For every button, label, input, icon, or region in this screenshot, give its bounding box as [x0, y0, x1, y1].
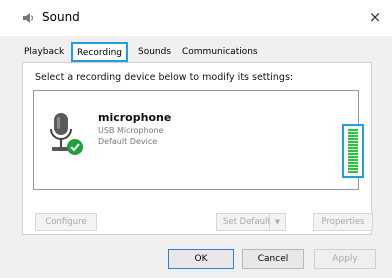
properties-button[interactable]: Properties: [313, 213, 373, 231]
close-button[interactable]: ×: [364, 6, 386, 28]
device-name[interactable]: microphone: [98, 111, 171, 124]
tab-communications[interactable]: Communications: [182, 45, 258, 60]
tab-playback[interactable]: Playback: [24, 45, 64, 60]
tab-recording[interactable]: Recording: [71, 42, 129, 62]
speaker-icon: [23, 13, 33, 23]
cancel-button[interactable]: Cancel: [242, 249, 304, 269]
set-default-label: Set Default: [223, 217, 271, 227]
ok-button[interactable]: OK: [168, 249, 234, 269]
set-default-button[interactable]: Set Default ▼: [216, 213, 286, 231]
configure-button[interactable]: Configure: [35, 213, 97, 231]
microphone-icon[interactable]: [46, 111, 84, 157]
chevron-down-icon[interactable]: ▼: [269, 214, 285, 230]
recording-panel: Select a recording device below to modif…: [22, 62, 373, 235]
green-checkmark-icon: [67, 139, 83, 155]
tab-strip: Playback Recording Sounds Communications: [24, 42, 368, 62]
panel-instruction: Select a recording device below to modif…: [35, 72, 294, 83]
device-status: Default Device: [98, 137, 158, 146]
tab-sounds[interactable]: Sounds: [138, 45, 171, 60]
level-meter-bars: [348, 129, 358, 173]
level-meter: [342, 124, 364, 178]
device-description: USB Microphone: [98, 126, 164, 135]
title-bar: Sound ×: [0, 0, 392, 36]
window-title: Sound: [42, 10, 80, 24]
device-list: microphone USB Microphone Default Device: [33, 90, 364, 190]
apply-button[interactable]: Apply: [314, 249, 376, 269]
